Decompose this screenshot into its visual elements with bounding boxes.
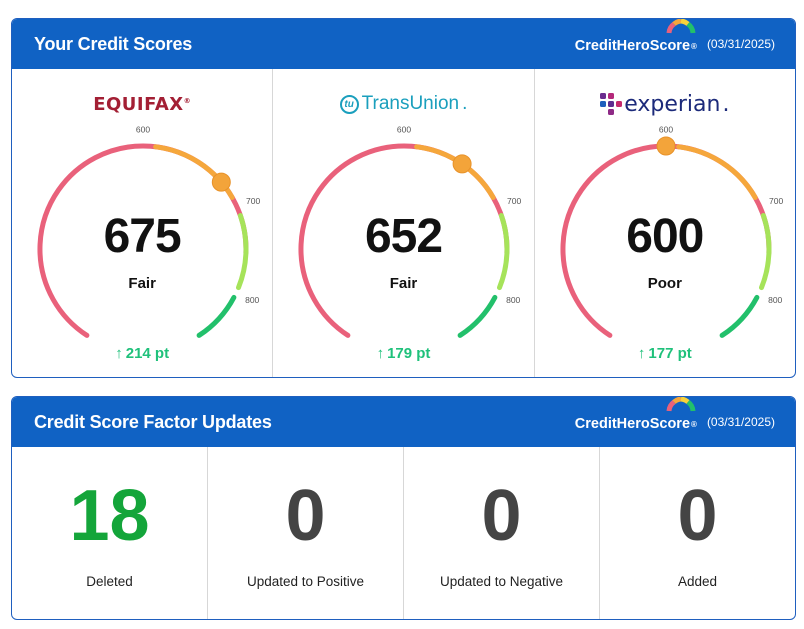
score-rating-equifax: Fair: [128, 275, 156, 292]
factor-updated-positive-label: Updated to Positive: [246, 574, 365, 589]
factor-updated-negative-count: 0: [481, 476, 522, 556]
credit-scores-header: Your Credit Scores CreditHero Score ® (03/…: [12, 19, 795, 69]
brand-text-score: Score: [649, 38, 691, 54]
gauge-arc-excellent: [719, 294, 760, 338]
brand-text-score: Score: [649, 416, 691, 432]
gauge-tick-600: 600: [136, 125, 150, 135]
gauge-arc-fair: [414, 144, 497, 200]
factor-updated-positive: 0 Updated to Positive: [208, 447, 404, 619]
gauge-tick-800: 800: [506, 295, 520, 305]
score-change-value: 179 pt: [387, 345, 431, 362]
score-rating-transunion: Fair: [389, 275, 418, 292]
gauge-tick-600: 600: [397, 125, 411, 135]
gauge-arc-excellent: [457, 294, 498, 338]
score-rating-experian: Poor: [647, 275, 682, 292]
gauge-tick-600: 600: [659, 125, 673, 135]
up-arrow-icon: ↑: [376, 345, 385, 362]
factor-updates-title: Credit Score Factor Updates: [34, 411, 272, 432]
factor-updated-negative-label: Updated to Negative: [439, 574, 564, 589]
gauge-score-marker: [452, 154, 472, 174]
credit-scores-card: Your Credit Scores CreditHero Score ® (03/…: [11, 18, 796, 378]
brand-area: CreditHero Score ® (03/31/2025): [574, 19, 775, 54]
score-value-experian: 600: [626, 210, 704, 263]
bureau-panel-transunion: tu TransUnion. 600 700 800 652 Fair ↑ 179 pt: [273, 69, 535, 377]
factor-updates-header: Credit Score Factor Updates CreditHero Sc…: [12, 397, 795, 447]
gauge-score-marker: [211, 172, 231, 192]
brand-text-credithero: CreditHero: [574, 416, 650, 432]
factors-date: (03/31/2025): [706, 415, 775, 429]
gauge-tick-700: 700: [769, 196, 783, 206]
brand-text-credithero: CreditHero: [574, 38, 650, 54]
gauge-arc-excellent: [196, 294, 237, 338]
score-change-value: 177 pt: [648, 345, 692, 362]
brand-registered-mark: ®: [691, 41, 697, 51]
score-value-equifax: 675: [103, 210, 182, 263]
factor-updated-positive-count: 0: [285, 476, 326, 556]
bureau-panel-experian: experian. 600 700 800 600 Poor ↑ 177 pt: [535, 69, 795, 377]
credithero-gauge-icon: [666, 19, 696, 34]
score-change-value: 214 pt: [125, 345, 170, 362]
factor-added-count: 0: [677, 476, 718, 556]
credithero-score-logo: CreditHero Score ®: [574, 397, 697, 432]
score-change-equifax: ↑ 214 pt: [12, 345, 272, 362]
gauge-score-marker: [656, 136, 676, 156]
up-arrow-icon: ↑: [637, 345, 646, 362]
credithero-gauge-icon: [666, 397, 696, 412]
factor-deleted-label: Deleted: [86, 574, 133, 589]
factor-cells: 18 Deleted 0 Updated to Positive 0 Updat…: [12, 447, 795, 619]
score-change-experian: ↑ 177 pt: [535, 345, 795, 362]
bureau-panel-equifax: EQUIFAX® 600 700 800 675 Fair ↑ 214 pt: [12, 69, 274, 377]
factor-updated-negative: 0 Updated to Negative: [404, 447, 600, 619]
gauge-tick-800: 800: [768, 295, 782, 305]
factor-added-label: Added: [677, 574, 718, 589]
gauge-tick-700: 700: [507, 196, 521, 206]
credithero-score-logo: CreditHero Score ®: [574, 19, 697, 54]
up-arrow-icon: ↑: [115, 345, 123, 362]
gauge-tick-700: 700: [246, 196, 260, 206]
factor-deleted: 18 Deleted: [12, 447, 208, 619]
gauge-tick-800: 800: [245, 295, 259, 305]
brand-area: CreditHero Score ® (03/31/2025): [574, 397, 775, 432]
bureau-panels: EQUIFAX® 600 700 800 675 Fair ↑ 214 pt tu Tr…: [12, 69, 795, 377]
score-value-transunion: 652: [364, 210, 443, 263]
scores-date: (03/31/2025): [706, 37, 775, 51]
brand-registered-mark: ®: [691, 419, 697, 429]
score-change-transunion: ↑ 179 pt: [273, 345, 533, 362]
factor-deleted-count: 18: [69, 476, 150, 556]
gauge-arc-fair: [675, 144, 758, 200]
credit-scores-title: Your Credit Scores: [34, 33, 193, 54]
factor-updates-card: Credit Score Factor Updates CreditHero Sc…: [11, 396, 796, 620]
factor-added: 0 Added: [600, 447, 795, 619]
